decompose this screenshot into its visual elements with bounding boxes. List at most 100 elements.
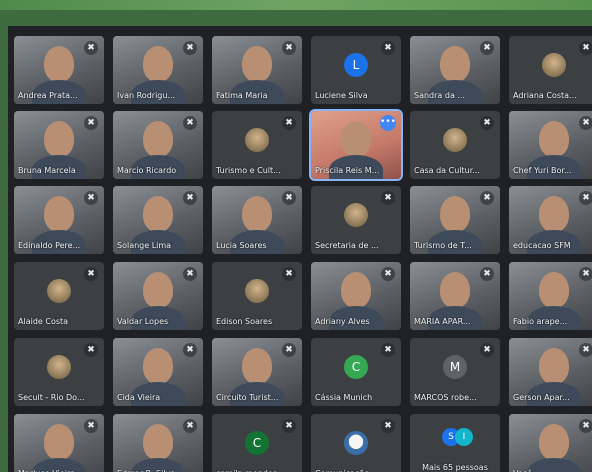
- participant-avatar: C: [245, 431, 269, 455]
- participant-avatar: M: [443, 355, 467, 379]
- participant-face: [242, 348, 272, 384]
- participant-tile[interactable]: ✖ Valdar Lopes: [113, 262, 203, 330]
- participant-tile[interactable]: ✖ Adriany Alves: [311, 262, 401, 330]
- participant-tile[interactable]: M ✖ MARCOS robe...: [410, 338, 500, 406]
- participant-avatar-photo: [443, 128, 467, 152]
- participant-tile[interactable]: ✖ MARIA APAR...: [410, 262, 500, 330]
- participant-name: Bruna Marcela: [18, 166, 76, 175]
- participant-face: [539, 121, 569, 157]
- participant-tile[interactable]: ••• Priscila Reis M...: [309, 109, 403, 181]
- participant-face: [440, 272, 470, 308]
- participant-avatar-photo: [542, 53, 566, 77]
- participant-name: Lucia Soares: [216, 241, 267, 250]
- participant-face: [539, 272, 569, 308]
- participant-name: Turismo de T...: [414, 241, 472, 250]
- mic-off-icon: ✖: [183, 41, 197, 55]
- participant-face: [44, 424, 74, 460]
- mic-off-icon: ✖: [282, 267, 296, 281]
- mic-off-icon: ✖: [84, 41, 98, 55]
- participant-face: [44, 196, 74, 232]
- participant-tile[interactable]: ✖ Edinaldo Pere...: [14, 186, 104, 254]
- participant-tile[interactable]: C ✖ Cássia Munich: [311, 338, 401, 406]
- participant-tile[interactable]: ✖ Secretaria de ...: [311, 186, 401, 254]
- participant-tile[interactable]: ✖ Cida Vieira: [113, 338, 203, 406]
- mic-off-icon: ✖: [579, 419, 592, 433]
- participant-name: Edinaldo Pere...: [18, 241, 81, 250]
- mic-off-icon: ✖: [579, 267, 592, 281]
- participant-avatar-photo: [344, 203, 368, 227]
- participant-tile[interactable]: ✖ Casa da Cultur...: [410, 111, 500, 179]
- mic-off-icon: ✖: [579, 191, 592, 205]
- mic-off-icon: ✖: [84, 191, 98, 205]
- participant-face: [539, 348, 569, 384]
- participant-name: Luciene Silva: [315, 91, 368, 100]
- participant-face: [44, 121, 74, 157]
- participant-tile[interactable]: ✖Edmar R. Silva: [113, 414, 203, 472]
- participant-name: Chef Yuri Bor...: [513, 166, 572, 175]
- more-options-icon[interactable]: •••: [380, 115, 396, 131]
- participant-tile[interactable]: ✖ Sandra da ...: [410, 36, 500, 104]
- participant-tile[interactable]: ✖ Ivan Rodrigu...: [113, 36, 203, 104]
- participant-tile[interactable]: ✖ Fabio arape...: [509, 262, 592, 330]
- participant-tile[interactable]: ✖ Marcio Ricardo: [113, 111, 203, 179]
- participant-tile[interactable]: ✖Marluce Vieira: [14, 414, 104, 472]
- participant-tile[interactable]: ✖ Turismo e Cult...: [212, 111, 302, 179]
- mic-off-icon: ✖: [183, 116, 197, 130]
- participant-name: Turismo e Cult...: [216, 166, 281, 175]
- participant-face: [440, 46, 470, 82]
- participant-tile[interactable]: ✖ Turismo de T...: [410, 186, 500, 254]
- participant-tile[interactable]: ✖ Andrea Prata...: [14, 36, 104, 104]
- mic-off-icon: ✖: [579, 343, 592, 357]
- participant-face: [44, 46, 74, 82]
- participant-tile[interactable]: ✖ Fatima Maria: [212, 36, 302, 104]
- participant-tile[interactable]: ✖ educacao SFM: [509, 186, 592, 254]
- participant-face: [143, 272, 173, 308]
- participant-face: [143, 196, 173, 232]
- participant-face: [539, 424, 569, 460]
- mic-off-icon: ✖: [84, 343, 98, 357]
- participant-tile[interactable]: ✖ Chef Yuri Bor...: [509, 111, 592, 179]
- participant-face: [242, 196, 272, 232]
- meeting-grid: ✖ Andrea Prata... ✖ Ivan Rodrigu... ✖ Fatima …: [8, 26, 592, 472]
- mic-off-icon: ✖: [480, 267, 494, 281]
- more-people-avatars: SI: [442, 428, 473, 448]
- participant-tile[interactable]: C✖camila mendes: [212, 414, 302, 472]
- mic-off-icon: ✖: [381, 41, 395, 55]
- participant-tile[interactable]: ✖ Alaide Costa: [14, 262, 104, 330]
- participant-tile[interactable]: ✖ Adriana Costa...: [509, 36, 592, 104]
- participant-tile[interactable]: ✖ Gerson Apar...: [509, 338, 592, 406]
- more-people-tile[interactable]: S I Mais 65 pessoas: [410, 414, 500, 472]
- participant-name: Gerson Apar...: [513, 393, 570, 402]
- mic-off-icon: ✖: [183, 419, 197, 433]
- participant-name: Cássia Munich: [315, 393, 373, 402]
- participant-tile[interactable]: L ✖ Luciene Silva: [311, 36, 401, 104]
- participant-tile[interactable]: ✖ Edison Soares: [212, 262, 302, 330]
- participant-face: [539, 196, 569, 232]
- participant-tile[interactable]: ✖ Bruna Marcela: [14, 111, 104, 179]
- mic-off-icon: ✖: [84, 267, 98, 281]
- participant-name: Casa da Cultur...: [414, 166, 480, 175]
- participant-face: [341, 121, 371, 157]
- participant-face: [143, 46, 173, 82]
- mic-off-icon: ✖: [282, 419, 296, 433]
- mic-off-icon: ✖: [183, 343, 197, 357]
- participant-tile[interactable]: ✖Você: [509, 414, 592, 472]
- participant-name: Adriana Costa...: [513, 91, 577, 100]
- participant-tile[interactable]: ✖ Solange Lima: [113, 186, 203, 254]
- participant-tile[interactable]: ✖ Circuito Turist...: [212, 338, 302, 406]
- participant-avatar: C: [344, 355, 368, 379]
- participant-face: [440, 196, 470, 232]
- participant-name: Andrea Prata...: [18, 91, 78, 100]
- mic-off-icon: ✖: [381, 343, 395, 357]
- mic-off-icon: ✖: [84, 419, 98, 433]
- mic-off-icon: ✖: [480, 41, 494, 55]
- participant-tile[interactable]: ✖ Lucia Soares: [212, 186, 302, 254]
- participant-name: Valdar Lopes: [117, 317, 169, 326]
- mic-off-icon: ✖: [381, 419, 395, 433]
- participant-name: Edison Soares: [216, 317, 273, 326]
- participant-avatar-photo: [245, 279, 269, 303]
- participant-name: Solange Lima: [117, 241, 172, 250]
- participant-tile[interactable]: ✖Comunicação ...: [311, 414, 401, 472]
- participant-name: Adriany Alves: [315, 317, 370, 326]
- participant-tile[interactable]: ✖ Secult - Rio Do...: [14, 338, 104, 406]
